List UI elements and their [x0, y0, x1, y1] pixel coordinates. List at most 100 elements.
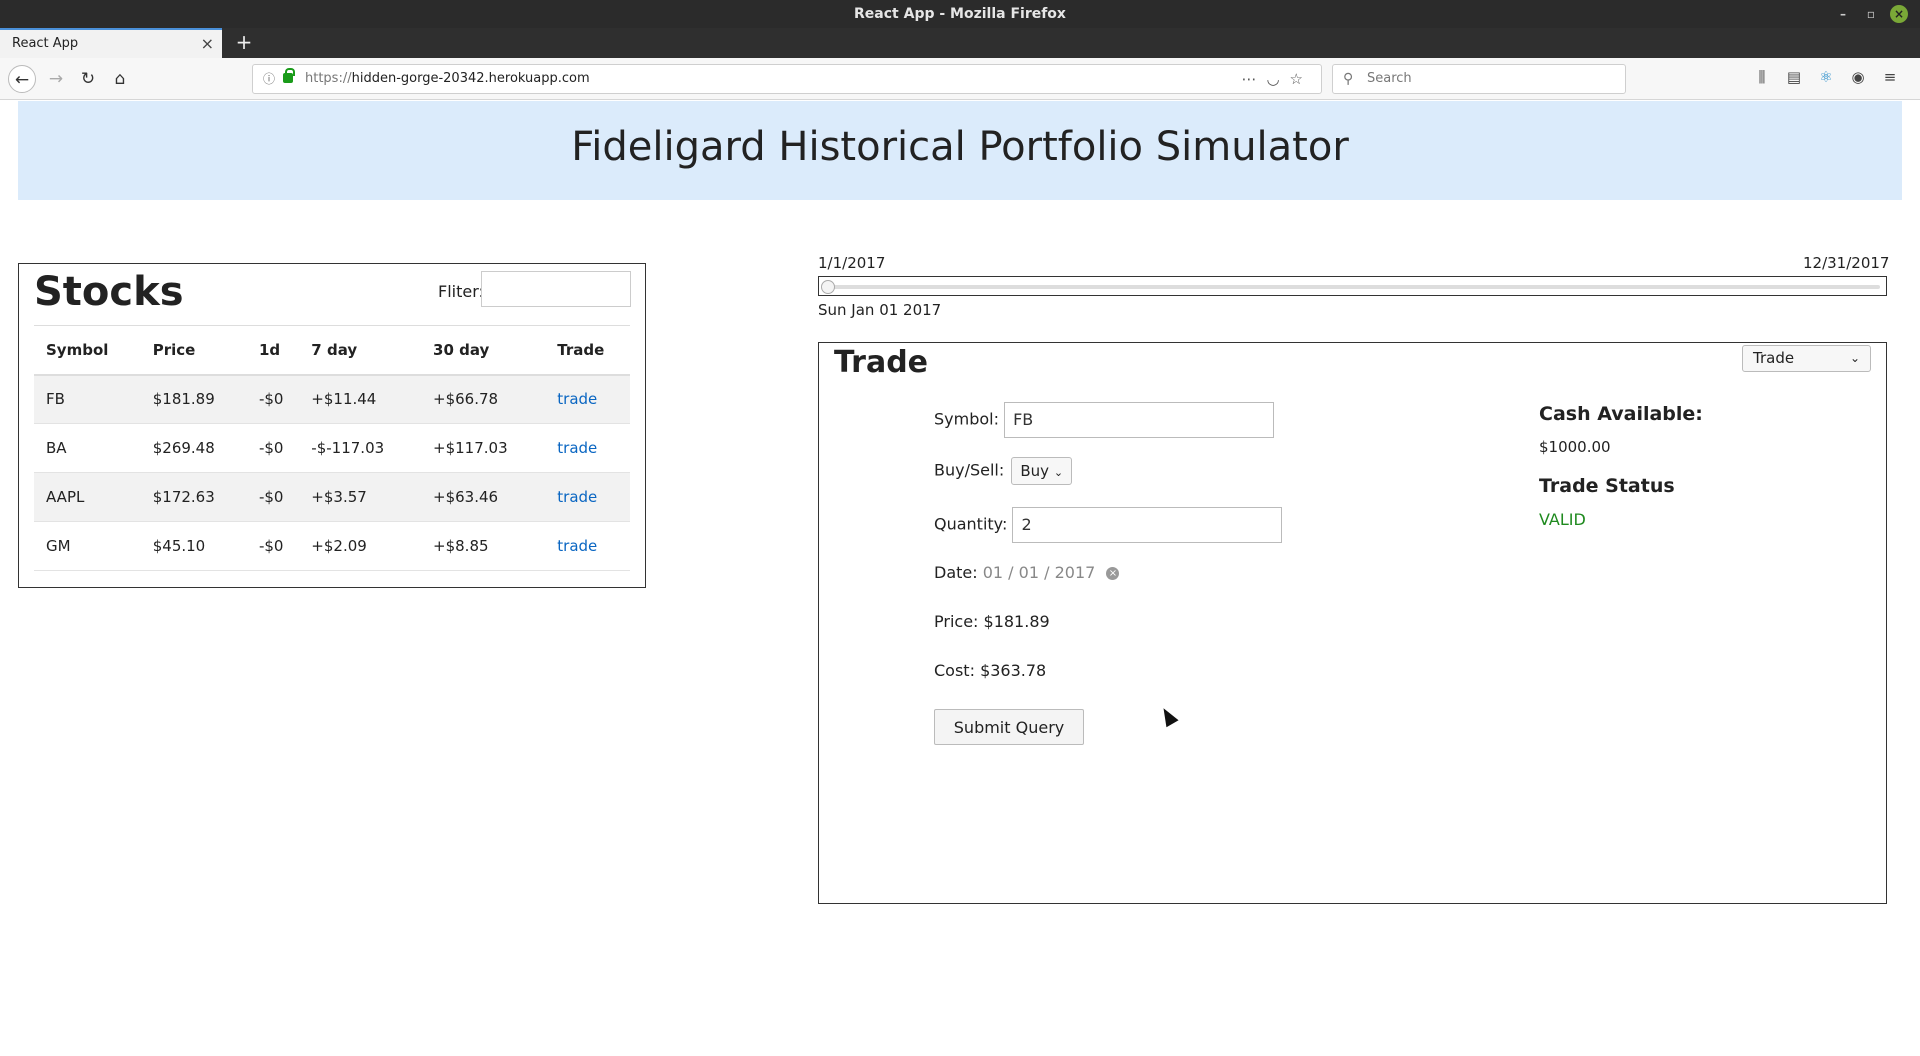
- close-window-icon[interactable]: ×: [1890, 5, 1908, 23]
- submit-button[interactable]: Submit Query: [934, 709, 1084, 745]
- cell-price: $269.48: [140, 423, 247, 473]
- url-text: https://hidden-gorge-20342.herokuapp.com: [305, 65, 590, 93]
- window-title: React App - Mozilla Firefox: [854, 6, 1066, 22]
- search-icon: ⚲: [1343, 71, 1354, 87]
- status-badge: VALID: [1539, 510, 1586, 529]
- date-slider[interactable]: [818, 276, 1887, 296]
- slider-end-label: 12/31/2017: [1803, 254, 1890, 272]
- menu-icon[interactable]: ≡: [1874, 68, 1906, 86]
- tab-title: React App: [12, 36, 79, 51]
- status-title: Trade Status: [1539, 475, 1675, 497]
- slider-track: [825, 285, 1880, 289]
- minimize-icon[interactable]: –: [1834, 5, 1852, 23]
- column-header: Symbol: [34, 325, 141, 376]
- symbol-row: Symbol: FB: [934, 402, 1275, 438]
- toolbar-icons: ⫼ ▤ ⚛ ◉ ≡: [1746, 68, 1906, 86]
- forward-icon[interactable]: →: [42, 65, 70, 93]
- cell-symbol: BA: [34, 423, 141, 473]
- trade-link[interactable]: trade: [557, 537, 597, 555]
- quantity-input[interactable]: 2: [1012, 507, 1283, 543]
- reload-icon[interactable]: ↻: [74, 65, 102, 93]
- trade-link[interactable]: trade: [557, 488, 597, 506]
- chevron-down-icon: ⌄: [1053, 466, 1064, 479]
- cell-7day: -$-117.03: [299, 423, 422, 473]
- library-icon[interactable]: ⫼: [1746, 68, 1778, 86]
- cell-symbol: FB: [34, 374, 141, 424]
- clear-date-icon[interactable]: ×: [1106, 567, 1120, 580]
- cost-row: Cost: $363.78: [934, 661, 1046, 680]
- new-tab-icon[interactable]: +: [232, 28, 256, 58]
- react-devtools-icon[interactable]: ⚛: [1810, 68, 1842, 86]
- account-icon[interactable]: ◉: [1842, 68, 1874, 86]
- bookmark-star-icon[interactable]: ☆: [1290, 70, 1313, 88]
- page-actions: ⋯◡☆: [1241, 65, 1313, 93]
- sidebar-icon[interactable]: ▤: [1778, 68, 1810, 86]
- cell-1d: -$0: [246, 472, 300, 522]
- symbol-label: Symbol:: [934, 409, 999, 429]
- cell-trade: trade: [545, 374, 630, 424]
- home-icon[interactable]: ⌂: [106, 65, 134, 93]
- cost-label: Cost:: [934, 661, 975, 680]
- stocks-panel: Stocks Fliter: Symbol Price 1d 7 day 30 …: [18, 263, 646, 588]
- cell-1d: -$0: [246, 423, 300, 473]
- search-placeholder: Search: [1367, 71, 1412, 86]
- url-host: hidden-gorge-20342.herokuapp.com: [351, 71, 590, 86]
- info-icon[interactable]: ⓘ: [263, 65, 275, 93]
- buysell-value: Buy: [1020, 462, 1050, 480]
- buysell-select[interactable]: Buy ⌄: [1011, 457, 1073, 485]
- trade-link[interactable]: trade: [557, 390, 597, 408]
- cell-trade: trade: [545, 521, 630, 571]
- trade-link[interactable]: trade: [557, 439, 597, 457]
- back-icon[interactable]: ←: [8, 65, 36, 93]
- quantity-label: Quantity:: [934, 514, 1008, 534]
- restore-icon[interactable]: ▫: [1862, 5, 1880, 23]
- cell-price: $181.89: [140, 374, 247, 424]
- chevron-down-icon: ⌄: [1849, 351, 1860, 365]
- tab-close-icon[interactable]: ×: [201, 30, 214, 58]
- cell-symbol: AAPL: [34, 472, 141, 522]
- price-label: Price:: [934, 612, 979, 631]
- window-titlebar: React App - Mozilla Firefox – ▫ ×: [0, 0, 1920, 28]
- column-header: Trade: [545, 325, 630, 376]
- search-input[interactable]: ⚲ Search: [1332, 64, 1626, 94]
- cell-30day: +$66.78: [421, 374, 546, 424]
- page-header: Fideligard Historical Portfolio Simulato…: [18, 101, 1902, 200]
- date-row: Date: 01 / 01 / 2017 ×: [934, 563, 1120, 582]
- cell-trade: trade: [545, 423, 630, 473]
- cell-1d: -$0: [246, 521, 300, 571]
- current-date: Sun Jan 01 2017: [818, 301, 942, 319]
- slider-thumb[interactable]: [821, 280, 835, 294]
- cell-30day: +$117.03: [421, 423, 546, 473]
- page-content: Fideligard Historical Portfolio Simulato…: [0, 101, 1920, 1056]
- column-header: 7 day: [299, 325, 422, 376]
- trade-title: Trade: [834, 345, 929, 380]
- view-select-value: Trade: [1753, 349, 1795, 367]
- column-header: 1d: [246, 325, 300, 376]
- cell-7day: +$2.09: [299, 521, 422, 571]
- table-row: GM $45.10 -$0 +$2.09 +$8.85 trade: [34, 521, 630, 571]
- filter-label: Fliter:: [438, 282, 484, 301]
- url-bar[interactable]: ⓘ https://hidden-gorge-20342.herokuapp.c…: [252, 64, 1322, 94]
- symbol-input[interactable]: FB: [1004, 402, 1275, 438]
- filter-input[interactable]: [481, 271, 631, 307]
- price-row: Price: $181.89: [934, 612, 1050, 631]
- stocks-title: Stocks: [34, 269, 184, 315]
- pocket-icon[interactable]: ◡: [1266, 70, 1289, 88]
- cell-30day: +$8.85: [421, 521, 546, 571]
- table-row: BA $269.48 -$0 -$-117.03 +$117.03 trade: [34, 423, 630, 473]
- table-header-row: Symbol Price 1d 7 day 30 day Trade: [34, 325, 630, 376]
- page-title: Fideligard Historical Portfolio Simulato…: [571, 124, 1349, 170]
- date-input[interactable]: 01 / 01 / 2017: [983, 563, 1096, 582]
- cell-price: $45.10: [140, 521, 247, 571]
- lock-icon: [283, 68, 295, 83]
- more-actions-icon[interactable]: ⋯: [1241, 70, 1266, 88]
- buysell-label: Buy/Sell:: [934, 460, 1005, 480]
- view-select[interactable]: Trade ⌄: [1742, 345, 1871, 372]
- cell-trade: trade: [545, 472, 630, 522]
- column-header: Price: [140, 325, 247, 376]
- price-value: $181.89: [983, 612, 1050, 631]
- cell-symbol: GM: [34, 521, 141, 571]
- cost-value: $363.78: [980, 661, 1047, 680]
- column-header: 30 day: [421, 325, 546, 376]
- browser-tab[interactable]: React App ×: [0, 28, 222, 58]
